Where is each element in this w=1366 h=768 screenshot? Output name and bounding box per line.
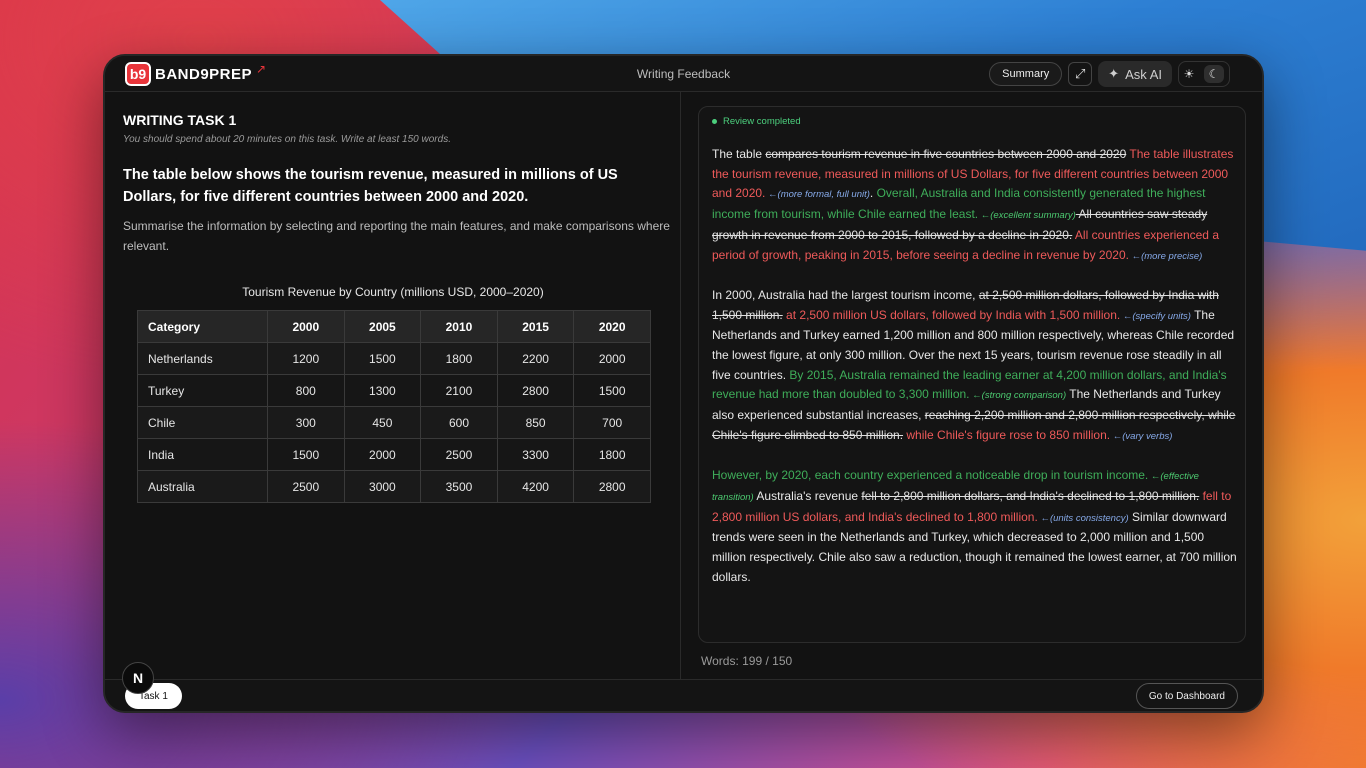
table-cell: 2800 xyxy=(573,470,651,503)
ask-ai-button[interactable]: ✦ Ask AI xyxy=(1098,61,1172,87)
table-cell: 3500 xyxy=(420,470,498,503)
essay-text: . xyxy=(869,186,877,201)
table-row: Turkey 800 1300 2100 2800 1500 xyxy=(137,374,651,407)
sun-icon[interactable]: ☀ xyxy=(1184,67,1195,81)
task-instruction: Summarise the information by selecting a… xyxy=(123,219,670,253)
table-cell: 2200 xyxy=(496,342,575,375)
table-cell: 1500 xyxy=(267,438,345,471)
column-header: Category xyxy=(137,310,268,343)
table-cell: 3000 xyxy=(343,470,422,503)
feedback-note: ←(more precise) xyxy=(1128,250,1203,262)
review-status: Review completed xyxy=(712,116,801,127)
essay-text: In 2000, Australia had the largest touri… xyxy=(712,287,979,302)
essay-feedback: The table compares tourism revenue in fi… xyxy=(712,145,1237,607)
theme-toggle[interactable]: ☀ ☾ xyxy=(1178,61,1230,87)
task-subtitle: You should spend about 20 minutes on thi… xyxy=(123,134,451,145)
task-prompt: The table below shows the tourism revenu… xyxy=(123,167,618,205)
table-cell: 1500 xyxy=(343,342,422,375)
table-row: Chile 300 450 600 850 700 xyxy=(137,406,651,439)
table-cell: 2100 xyxy=(420,374,498,407)
column-header: 2010 xyxy=(420,310,498,343)
table-cell: Turkey xyxy=(137,374,268,407)
essay-paragraph: In 2000, Australia had the largest touri… xyxy=(712,286,1237,447)
table-cell: 600 xyxy=(420,406,498,439)
column-header: 2000 xyxy=(267,310,345,343)
moon-icon[interactable]: ☾ xyxy=(1203,65,1225,83)
task-panel: WRITING TASK 1 You should spend about 20… xyxy=(105,92,681,679)
table-caption: Tourism Revenue by Country (millions USD… xyxy=(242,285,544,299)
table-cell: 4200 xyxy=(496,470,575,503)
essay-paragraph: The table compares tourism revenue in fi… xyxy=(712,145,1237,266)
expand-button[interactable]: ⤢ xyxy=(1068,62,1093,86)
table-cell: 2000 xyxy=(343,438,422,471)
data-table: Category 2000 2005 2010 2015 2020 Nether… xyxy=(137,310,651,503)
praised-text: However, by 2020, each country experienc… xyxy=(712,468,1149,483)
feedback-note: ←(units consistency) xyxy=(1037,512,1129,524)
suggested-text: at 2,500 million US dollars, followed by… xyxy=(782,307,1121,322)
word-count: Words: 199 / 150 xyxy=(701,654,793,668)
table-cell: 1800 xyxy=(420,342,498,375)
table-cell: 800 xyxy=(267,374,345,407)
table-row: Australia 2500 3000 3500 4200 2800 xyxy=(137,470,651,503)
table-header-row: Category 2000 2005 2010 2015 2020 xyxy=(137,310,651,343)
feedback-panel: Review completed The table compares tour… xyxy=(682,92,1262,679)
deleted-text: fell to 2,800 million dollars, and India… xyxy=(861,488,1200,503)
status-dot-icon xyxy=(712,119,717,124)
table-cell: 2800 xyxy=(496,374,575,407)
app-window: b9 BAND9PREP ↗ Writing Feedback Summary … xyxy=(103,54,1264,713)
n-badge-icon[interactable]: N xyxy=(122,662,154,694)
essay-text: The table xyxy=(712,147,766,161)
table-row: Netherlands 1200 1500 1800 2200 2000 xyxy=(137,342,651,375)
table-cell: 2500 xyxy=(420,438,498,471)
column-header: 2020 xyxy=(573,310,651,343)
column-header: 2005 xyxy=(343,310,422,343)
feedback-note: ←(more formal, full unit) xyxy=(765,189,870,201)
feedback-note: ←(excellent summary) xyxy=(978,210,1076,222)
table-cell: 2000 xyxy=(573,342,651,375)
table-cell: 300 xyxy=(267,406,345,439)
table-cell: 1300 xyxy=(343,374,422,407)
summary-button[interactable]: Summary xyxy=(989,62,1063,86)
deleted-text: compares tourism revenue in five countri… xyxy=(765,147,1127,161)
table-cell: 1500 xyxy=(573,374,651,407)
table-cell: Australia xyxy=(137,470,268,503)
review-status-label: Review completed xyxy=(723,116,801,127)
table-cell: 450 xyxy=(343,406,422,439)
top-bar: b9 BAND9PREP ↗ Writing Feedback Summary … xyxy=(105,56,1262,92)
table-row: India 1500 2000 2500 3300 1800 xyxy=(137,438,651,471)
table-cell: Chile xyxy=(137,406,268,439)
table-cell: 2500 xyxy=(267,470,345,503)
ask-ai-label: Ask AI xyxy=(1125,66,1162,82)
table-cell: India xyxy=(137,438,268,471)
table-cell: 3300 xyxy=(496,438,575,471)
sparkle-icon: ✦ xyxy=(1108,66,1120,81)
task-title: WRITING TASK 1 xyxy=(123,112,237,128)
go-to-dashboard-button[interactable]: Go to Dashboard xyxy=(1135,683,1238,709)
review-box[interactable]: Review completed The table compares tour… xyxy=(698,106,1246,643)
table-cell: Netherlands xyxy=(137,342,268,375)
expand-icon: ⤢ xyxy=(1075,66,1086,81)
table-cell: 700 xyxy=(573,406,651,439)
feedback-note: ←(strong comparison) xyxy=(969,390,1067,402)
suggested-text: while Chile's figure rose to 850 million… xyxy=(903,427,1111,442)
top-actions: Summary ⤢ ✦ Ask AI ☀ ☾ xyxy=(989,61,1230,87)
table-cell: 850 xyxy=(496,406,575,439)
essay-paragraph: However, by 2020, each country experienc… xyxy=(712,466,1237,587)
table-cell: 1200 xyxy=(267,342,345,375)
feedback-note: ←(specify units) xyxy=(1120,310,1191,322)
feedback-note: ←(vary verbs) xyxy=(1110,430,1173,442)
table-cell: 1800 xyxy=(573,438,651,471)
essay-text: Australia's revenue xyxy=(753,488,862,503)
bottom-bar: Task 1 Go to Dashboard xyxy=(105,679,1262,711)
column-header: 2015 xyxy=(496,310,575,343)
